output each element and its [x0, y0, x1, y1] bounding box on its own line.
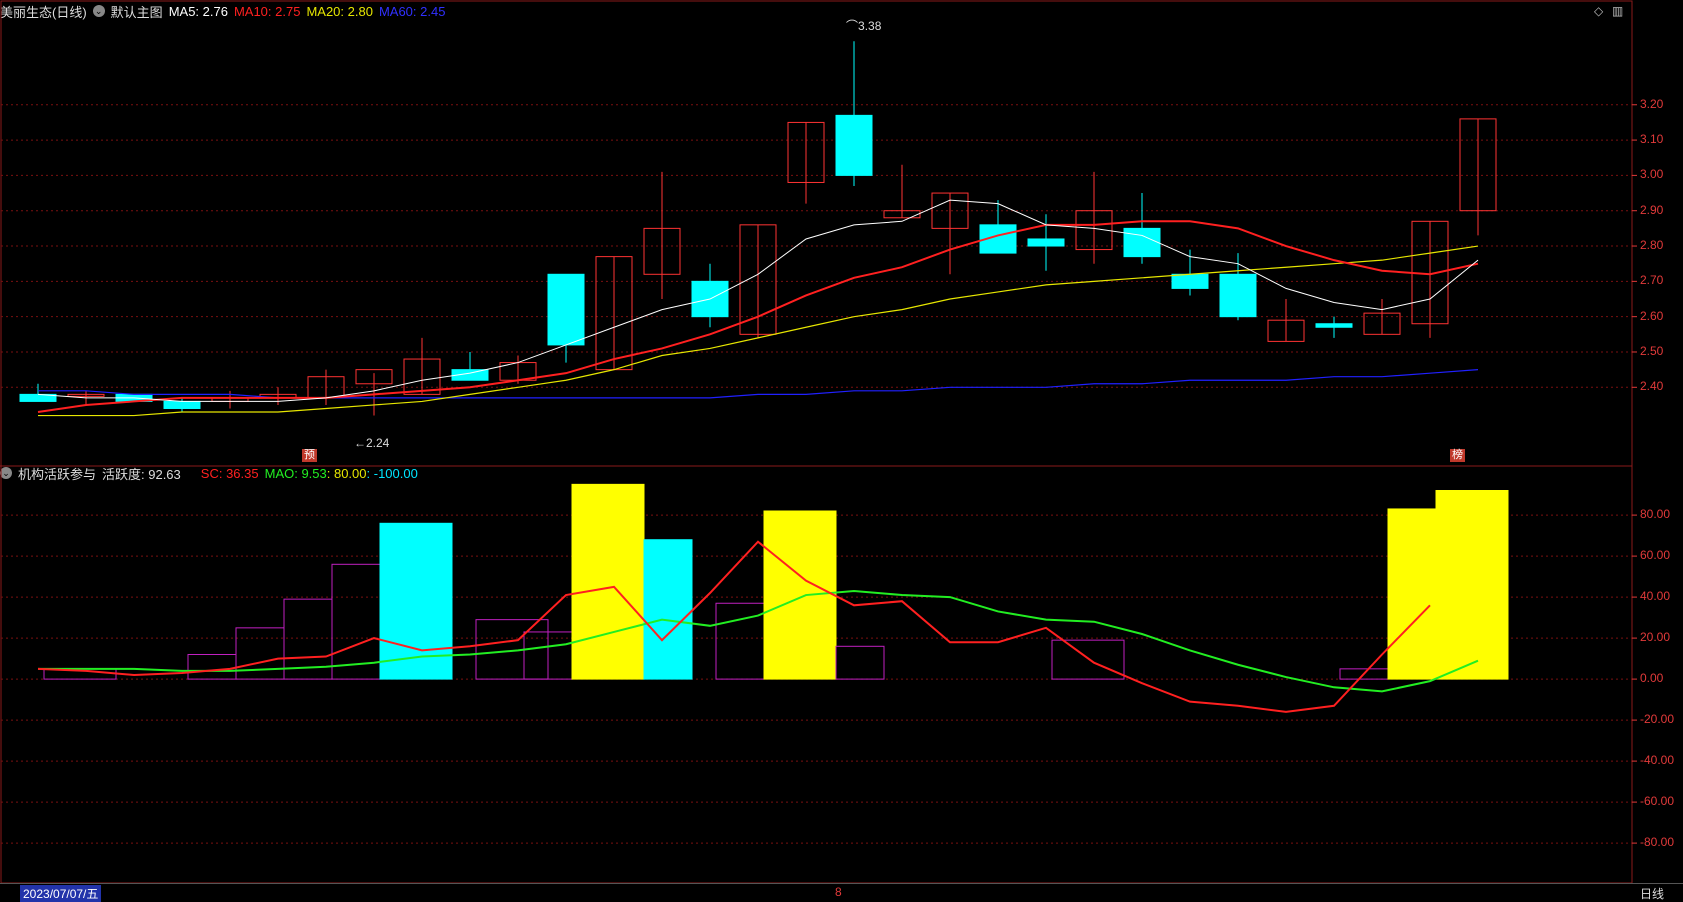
candle-down: [835, 114, 873, 176]
date-label: 2023/07/07/五: [20, 885, 102, 902]
osc-tick-label: -60.00: [1640, 794, 1675, 809]
osc-tick-label: 60.00: [1640, 548, 1671, 563]
marker-bottom: 8: [835, 885, 842, 899]
sc-line: [37, 540, 1431, 713]
activity-bar-purple: [235, 627, 285, 680]
osc-tick-label: 40.00: [1640, 589, 1671, 604]
mao-line: [38, 589, 1479, 693]
activity-bar-purple: [1051, 639, 1125, 680]
high-annotation: ⌒3.38: [846, 19, 882, 33]
date-bar: 2023/07/07/五 8 日线: [0, 883, 1683, 902]
candle-down: [1123, 227, 1161, 258]
osc-tick-label: 20.00: [1640, 630, 1671, 645]
price-tick-label: 2.80: [1640, 238, 1664, 253]
price-tick-label: 2.70: [1640, 273, 1664, 288]
marker-left[interactable]: 预: [302, 449, 317, 462]
candle-down: [547, 273, 585, 346]
activity-bar-yellow: [571, 483, 645, 680]
osc-tick-label: -80.00: [1640, 835, 1675, 850]
price-tick-label: 2.60: [1640, 308, 1664, 323]
kline-chart[interactable]: [0, 0, 1683, 901]
ma60-line: [38, 369, 1479, 399]
activity-bar-purple: [835, 645, 885, 680]
activity-bar-purple: [475, 619, 549, 680]
activity-bar-yellow: [1435, 490, 1509, 680]
candle-down: [163, 400, 201, 409]
price-tick-label: 2.50: [1640, 343, 1664, 358]
price-tick-label: 2.40: [1640, 379, 1664, 394]
low-annotation: ←2.24: [354, 436, 390, 450]
low-value: 2.24: [366, 436, 390, 450]
activity-bar-yellow: [763, 510, 837, 680]
osc-tick-label: 80.00: [1640, 507, 1671, 522]
osc-tick-label: -40.00: [1640, 753, 1675, 768]
osc-tick-label: 0.00: [1640, 671, 1664, 686]
high-value: 3.38: [858, 19, 882, 33]
activity-bar-yellow: [1387, 508, 1437, 680]
price-tick-label: 3.10: [1640, 132, 1664, 147]
candle-down: [1171, 273, 1209, 289]
chart-frame: [0, 0, 1633, 884]
price-tick-label: 3.00: [1640, 167, 1664, 182]
period-label[interactable]: 日线: [1640, 885, 1664, 902]
price-tick-label: 3.20: [1640, 96, 1664, 111]
candle-down: [1219, 273, 1257, 318]
activity-bar-cyan: [643, 539, 693, 680]
price-tick-label: 2.90: [1640, 202, 1664, 217]
candle-down: [1027, 238, 1065, 247]
osc-tick-label: -20.00: [1640, 712, 1675, 727]
candle-down: [1315, 323, 1353, 328]
activity-bar-purple: [187, 654, 237, 680]
marker-right[interactable]: 榜: [1450, 449, 1465, 462]
activity-bar-purple: [715, 602, 765, 680]
